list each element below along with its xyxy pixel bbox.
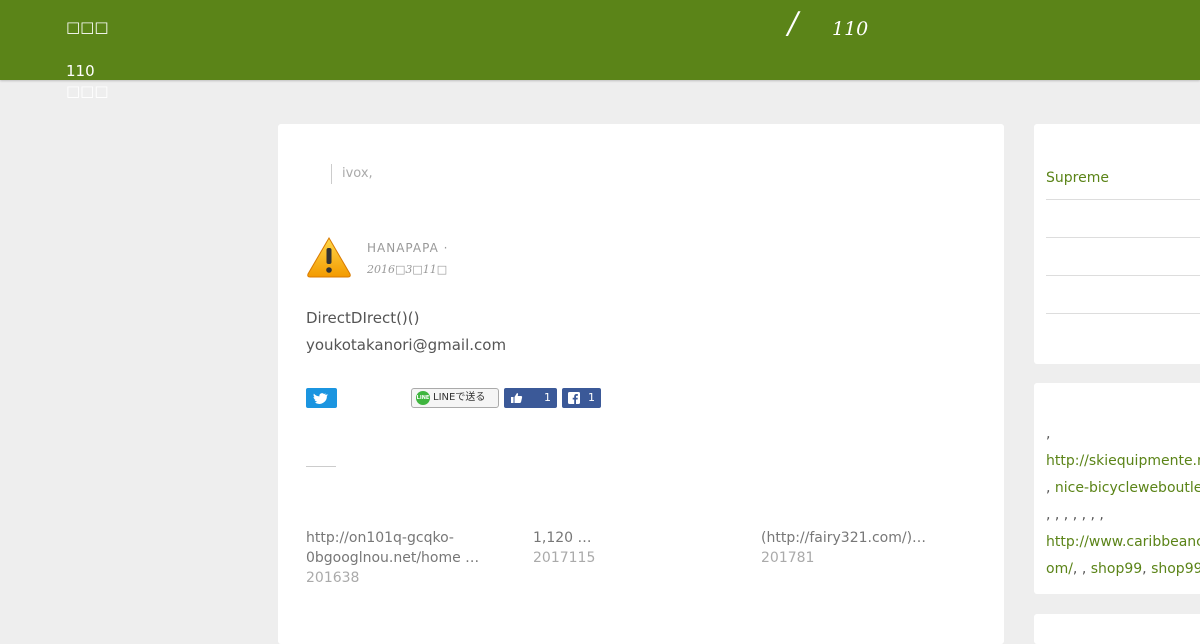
text-line: , <box>1046 426 1051 442</box>
header-number: 110 <box>832 18 869 40</box>
sidebar-link[interactable]: nice-bicycleweboutle <box>1055 480 1200 496</box>
share-count: 1 <box>588 391 595 404</box>
warning-icon <box>307 237 351 278</box>
related-date: 2017115 <box>533 550 596 566</box>
facebook-like-button[interactable]: 1 <box>504 388 557 408</box>
divider <box>306 466 336 467</box>
article-card: ivox, HANAPAPA · 2016□3□11□ DirectDIrect… <box>278 124 1004 644</box>
body-line: DirectDIrect()() <box>306 309 420 327</box>
related-title[interactable]: http://on101q-gcqko- <box>306 528 486 548</box>
sidebar-widget: , http://skiequipmente.n , nice-bicyclew… <box>1034 383 1200 594</box>
text-fragment: , , <box>1072 561 1091 577</box>
like-count: 1 <box>544 391 551 404</box>
twitter-icon <box>313 393 329 404</box>
sidebar-list-item[interactable] <box>1046 275 1200 314</box>
related-title[interactable]: (http://fairy321.com/)… <box>761 528 941 548</box>
related-date: 201638 <box>306 570 360 586</box>
sidebar-link[interactable]: shop99 <box>1151 561 1200 577</box>
sidebar-list-item[interactable] <box>1046 237 1200 276</box>
text-line: , , , , , , , <box>1046 507 1104 523</box>
facebook-share-button[interactable]: 1 <box>562 388 601 408</box>
sidebar-link[interactable]: http://www.caribbeanc <box>1046 534 1200 550</box>
email-text: youkotakanori@gmail.com <box>306 336 507 354</box>
related-post[interactable]: http://on101q-gcqko- 0bgooglnou.net/home… <box>306 528 486 588</box>
sidebar-widget <box>1034 614 1200 644</box>
text-fragment: , <box>1142 561 1152 577</box>
sidebar-link[interactable]: shop99 <box>1091 561 1142 577</box>
facebook-icon <box>568 392 580 404</box>
side-nav-item[interactable]: 110 <box>66 62 109 80</box>
sidebar-link[interactable]: http://skiequipmente.n <box>1046 453 1200 469</box>
related-post[interactable]: (http://fairy321.com/)… 201781 <box>761 528 941 568</box>
header-slash: / <box>788 6 799 41</box>
thumbs-up-icon <box>511 393 523 403</box>
twitter-share-button[interactable] <box>306 388 337 408</box>
related-date: 201781 <box>761 550 815 566</box>
site-header: □□□ / 110 <box>0 0 1200 80</box>
side-nav: 110 □□□ <box>66 62 109 100</box>
site-title[interactable]: □□□ <box>66 18 109 36</box>
sidebar-list-item[interactable] <box>1046 199 1200 238</box>
related-title[interactable]: 1,120 … <box>533 528 713 548</box>
author-name[interactable]: HANAPAPA · <box>367 241 448 255</box>
sidebar-widget: Supreme <box>1034 124 1200 364</box>
line-icon: LINE <box>416 391 430 405</box>
line-share-button[interactable]: LINE LINEで送る <box>411 388 499 408</box>
post-date: 2016□3□11□ <box>367 263 448 276</box>
blockquote: ivox, <box>331 164 373 184</box>
text-fragment: , <box>1046 480 1055 496</box>
line-share-label: LINEで送る <box>433 392 486 403</box>
header-center-title: / 110 <box>788 6 868 41</box>
sidebar-text-block: , http://skiequipmente.n , nice-bicyclew… <box>1046 421 1200 583</box>
related-title[interactable]: 0bgooglnou.net/home … <box>306 548 486 568</box>
sidebar-link-supreme[interactable]: Supreme <box>1046 170 1200 200</box>
article-body: DirectDIrect()() youkotakanori@gmail.com <box>306 305 506 359</box>
sidebar-link[interactable]: om/ <box>1046 561 1073 577</box>
side-nav-item[interactable]: □□□ <box>66 82 109 100</box>
related-post[interactable]: 1,120 … 2017115 <box>533 528 713 568</box>
